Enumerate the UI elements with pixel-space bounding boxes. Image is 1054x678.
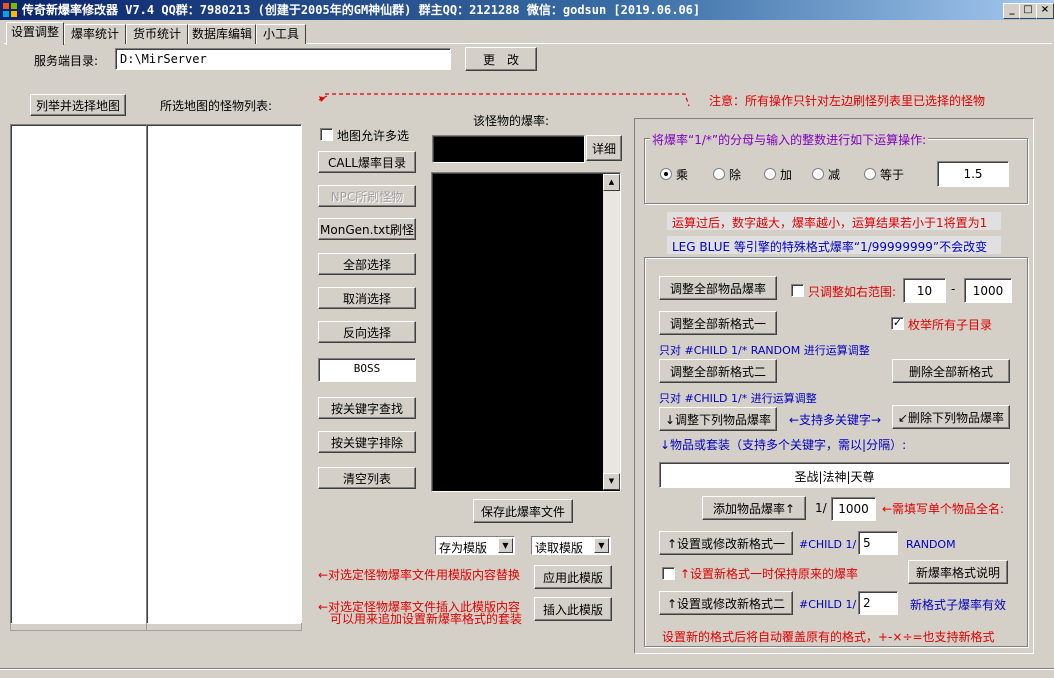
calc-value-input[interactable]: 1.5: [937, 161, 1009, 187]
range-from-input[interactable]: 10: [903, 278, 946, 303]
apply-template-button[interactable]: 应用此模版: [534, 565, 612, 589]
drop-rate-display: [432, 135, 585, 163]
clear-list-button[interactable]: 清空列表: [318, 467, 416, 489]
range-to-input[interactable]: 1000: [964, 278, 1012, 303]
detail-button[interactable]: 详细: [586, 135, 622, 161]
enum-subdirs-checkbox[interactable]: ✓: [891, 317, 904, 330]
tab-currency-stats[interactable]: 货币统计: [126, 24, 188, 44]
npc-spawn-button[interactable]: NPC所刷怪物: [318, 185, 416, 207]
server-dir-label: 服务端目录:: [34, 54, 99, 68]
keep-rate-checkbox[interactable]: [662, 567, 675, 580]
range-label: 只调整如右范围:: [808, 285, 897, 299]
child-label-1: #CHILD 1/: [799, 538, 857, 551]
lists-divider: [146, 623, 147, 631]
format-2-sub-note: 新格式子爆率有效: [910, 598, 1007, 612]
tab-database-edit[interactable]: 数据库编辑: [188, 24, 256, 44]
op-divide-label: 除: [729, 168, 742, 182]
call-dir-button[interactable]: CALL爆率目录: [318, 151, 416, 173]
mongen-button[interactable]: MonGen.txt刷怪: [318, 218, 416, 240]
format-help-button[interactable]: 新爆率格式说明: [908, 560, 1008, 584]
op-subtract-radio[interactable]: [812, 168, 824, 180]
chevron-down-icon[interactable]: ▼: [594, 538, 609, 553]
save-as-template-value: 存为模版: [439, 541, 488, 555]
insert-template-button[interactable]: 插入此模版: [534, 597, 612, 621]
insert-template-note-2: 可以用来追加设置新爆率格式的套装: [330, 612, 523, 626]
tab-settings[interactable]: 设置调整: [6, 22, 64, 45]
apply-template-note: ←对选定怪物爆率文件用模版内容替换: [318, 568, 521, 582]
enum-subdirs-label: 枚举所有子目录: [908, 318, 993, 332]
tab-drop-stats[interactable]: 爆率统计: [64, 24, 126, 44]
op-add-radio[interactable]: [764, 168, 776, 180]
notice-text: 注意：所有操作只针对左边刷怪列表里已选择的怪物: [709, 94, 986, 108]
keyword-exclude-button[interactable]: 按关键字排除: [318, 431, 416, 453]
op-multiply-label: 乘: [676, 168, 689, 182]
tab-tools[interactable]: 小工具: [256, 24, 306, 44]
child-label-2: #CHILD 1/: [799, 598, 857, 611]
allow-multi-label: 地图允许多选: [337, 129, 410, 143]
calc-note-1: 运算过后，数字越大，爆率越小，运算结果若小于1将置为1: [672, 216, 988, 230]
one-over-label: 1/: [815, 501, 827, 515]
items-label: ↓物品或套装（支持多个关键字，需以|分隔）:: [660, 438, 907, 452]
map-list[interactable]: [10, 124, 148, 624]
read-template-select[interactable]: 读取模版 ▼: [531, 536, 611, 555]
drop-rate-editor[interactable]: ▲ ▼: [431, 172, 621, 492]
delete-all-new-format-button[interactable]: 删除全部新格式: [892, 359, 1010, 383]
lists-bottom-strip: [10, 623, 302, 631]
format-1-note: 只对 #CHILD 1/* RANDOM 进行运算调整: [659, 344, 870, 357]
monster-list[interactable]: [146, 124, 302, 624]
op-subtract-label: 减: [828, 168, 841, 182]
adjust-new-format-1-button[interactable]: 调整全部新格式一: [659, 311, 777, 335]
chevron-down-icon[interactable]: ▼: [498, 538, 513, 553]
maximize-button[interactable]: □: [1019, 3, 1037, 19]
calc-group-title: 将爆率“1/*”的分母与输入的整数进行如下运算操作:: [650, 131, 929, 148]
keyword-find-button[interactable]: 按关键字查找: [318, 397, 416, 419]
add-item-note: ←需填写单个物品全名:: [882, 502, 1005, 516]
delete-listed-items-button[interactable]: ↙删除下列物品爆率: [892, 405, 1010, 429]
op-equals-label: 等于: [880, 168, 905, 182]
footer-note: 设置新的格式后将自动覆盖原有的格式，+-×÷=也支持新格式: [662, 630, 995, 644]
allow-multi-checkbox[interactable]: [320, 128, 333, 141]
calc-note-2: LEG BLUE 等引擎的特殊格式爆率“1/99999999”不会改变: [672, 240, 988, 254]
set-format-1-button[interactable]: ↑设置或修改新格式一: [659, 531, 793, 555]
status-bar: [0, 668, 1054, 678]
adjust-all-items-button[interactable]: 调整全部物品爆率: [659, 276, 777, 300]
add-item-button[interactable]: 添加物品爆率↑: [702, 496, 806, 520]
save-drop-file-button[interactable]: 保存此爆率文件: [473, 499, 573, 523]
op-divide-radio[interactable]: [713, 168, 725, 180]
server-dir-input[interactable]: D:\MirServer: [115, 48, 451, 70]
random-label: RANDOM: [906, 538, 956, 551]
format-2-note: 只对 #CHILD 1/* 进行运算调整: [659, 392, 817, 405]
op-multiply-radio[interactable]: [660, 168, 672, 180]
range-checkbox[interactable]: [791, 284, 804, 297]
invert-select-button[interactable]: 反向选择: [318, 321, 416, 343]
close-button[interactable]: ×: [1036, 3, 1054, 19]
select-all-button[interactable]: 全部选择: [318, 253, 416, 275]
read-template-value: 读取模版: [535, 541, 584, 555]
keep-rate-label: ↑设置新格式一时保持原来的爆率: [680, 567, 859, 581]
op-add-label: 加: [780, 168, 793, 182]
editor-scrollbar[interactable]: ▲ ▼: [603, 174, 620, 490]
adjust-listed-items-button[interactable]: ↓调整下列物品爆率: [659, 407, 777, 431]
set-format-2-button[interactable]: ↑设置或修改新格式二: [659, 591, 793, 615]
boss-input[interactable]: BOSS: [318, 358, 416, 382]
notice-arrow-icon: [318, 93, 690, 107]
scroll-up-icon[interactable]: ▲: [603, 174, 620, 191]
multi-keyword-note: ←支持多关键字→: [789, 413, 882, 427]
op-equals-radio[interactable]: [864, 168, 876, 180]
window-title: 传奇新爆率修改器 V7.4 QQ群：7980213 (创建于2005年的GM神仙…: [22, 3, 701, 17]
deselect-button[interactable]: 取消选择: [318, 287, 416, 309]
monster-list-label: 所选地图的怪物列表:: [160, 99, 273, 113]
app-icon: [3, 3, 17, 17]
change-dir-button[interactable]: 更 改: [465, 47, 537, 71]
format-2-value-input[interactable]: 2: [858, 591, 898, 615]
save-as-template-select[interactable]: 存为模版 ▼: [435, 536, 515, 555]
title-bar[interactable]: 传奇新爆率修改器 V7.4 QQ群：7980213 (创建于2005年的GM神仙…: [0, 0, 1054, 20]
list-maps-button[interactable]: 列举并选择地图: [30, 94, 126, 116]
scroll-down-icon[interactable]: ▼: [603, 473, 620, 490]
adjust-new-format-2-button[interactable]: 调整全部新格式二: [659, 359, 777, 383]
range-dash: -: [951, 282, 956, 296]
items-input[interactable]: 圣战|法神|天尊: [659, 462, 1010, 488]
format-1-value-input[interactable]: 5: [858, 531, 898, 555]
add-value-input[interactable]: 1000: [831, 497, 876, 521]
